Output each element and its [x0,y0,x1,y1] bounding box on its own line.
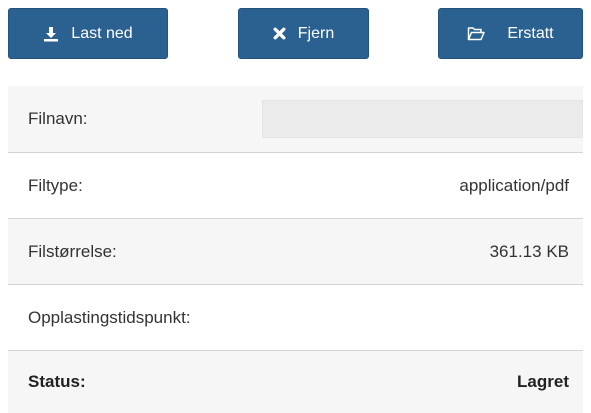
filesize-value: 361.13 KB [489,241,569,261]
filename-label: Filnavn: [28,109,88,128]
filename-value [262,100,583,138]
remove-button[interactable]: Fjern [238,8,369,59]
filetype-row: Filtype: application/pdf [8,153,583,219]
status-label: Status: [28,372,86,391]
status-row: Status: Lagret [8,351,583,413]
download-button[interactable]: Last ned [8,8,168,59]
close-icon [273,27,286,40]
uploaded-label: Opplastingstidspunkt: [28,307,191,327]
status-value: Lagret [517,372,569,391]
folder-open-icon [467,26,486,41]
file-toolbar: Last ned Fjern Erstatt [8,8,583,60]
filename-row: Filnavn: [8,86,583,153]
file-details-table: Filnavn: Filtype: application/pdf Filstø… [8,86,583,413]
replace-button[interactable]: Erstatt [438,8,583,59]
download-button-label: Last ned [71,24,133,42]
filesize-label: Filstørrelse: [28,241,117,261]
filetype-value: application/pdf [459,175,569,195]
download-icon [43,26,59,42]
uploaded-row: Opplastingstidspunkt: [8,285,583,351]
replace-button-label: Erstatt [507,24,554,42]
filesize-row: Filstørrelse: 361.13 KB [8,219,583,285]
filetype-label: Filtype: [28,175,83,195]
remove-button-label: Fjern [297,24,335,42]
